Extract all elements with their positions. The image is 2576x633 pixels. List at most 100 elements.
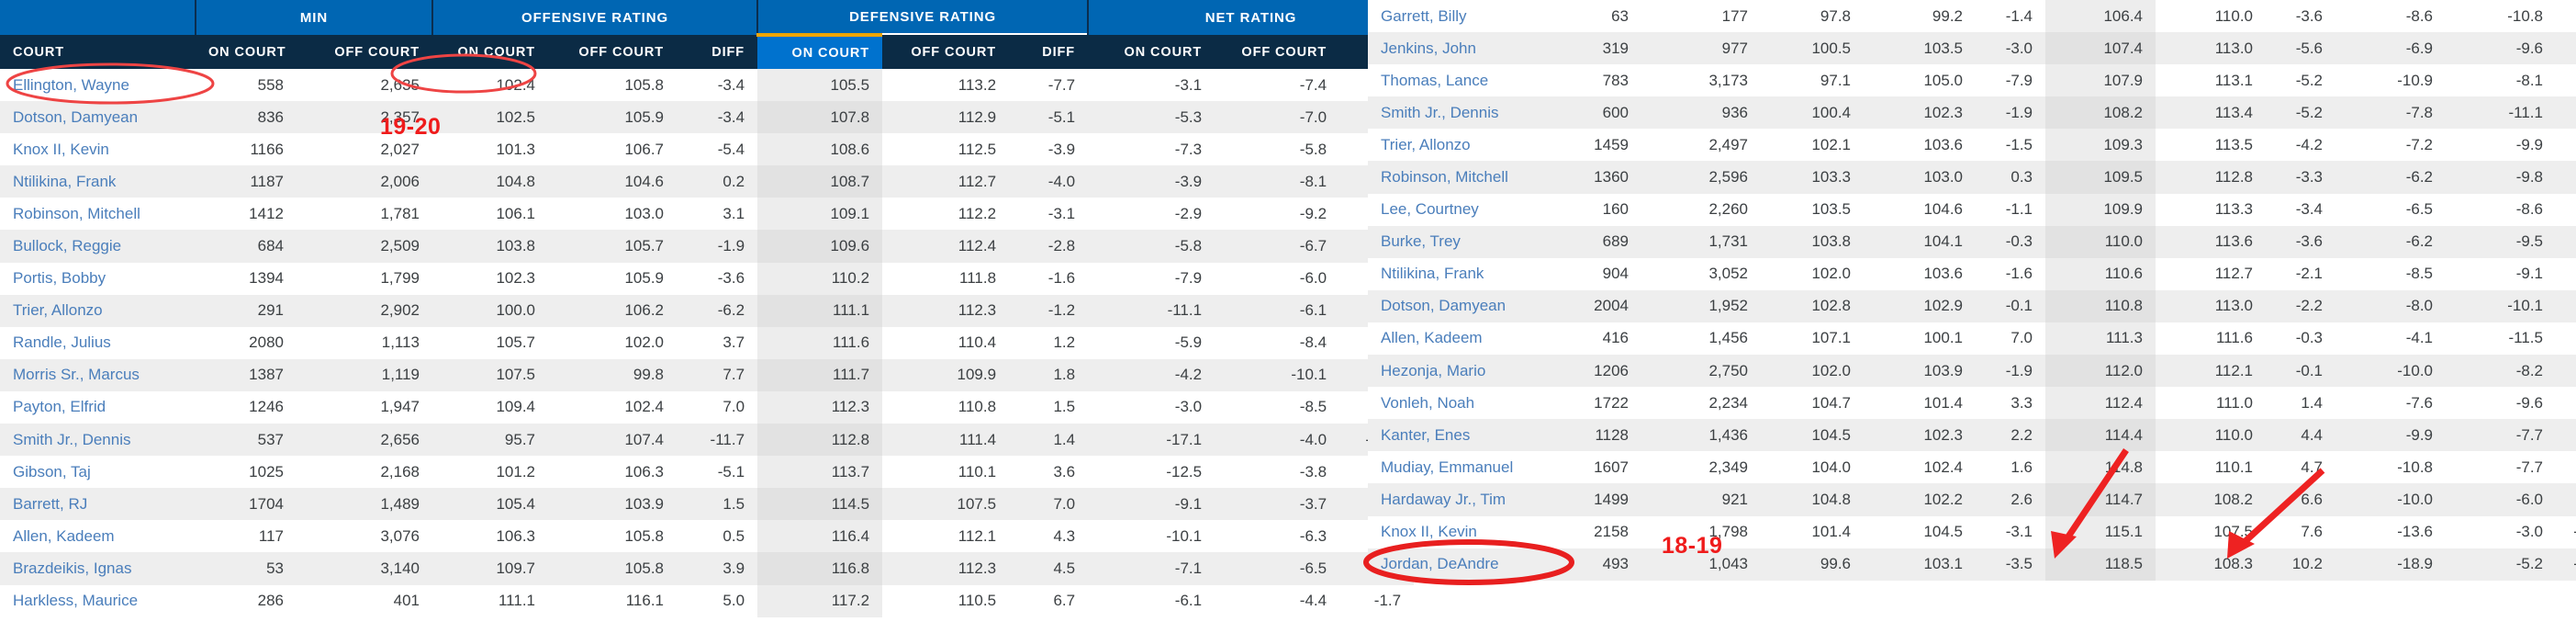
table-row[interactable]: Smith Jr., Dennis 600 936 100.4 102.3 -1.9 108… <box>1368 96 2576 130</box>
player-name-link[interactable]: Vonleh, Noah <box>1368 387 1542 420</box>
player-name-link[interactable]: Robinson, Mitchell <box>1368 161 1542 194</box>
col-header-def-on-court[interactable]: ON COURT <box>757 33 883 69</box>
player-name-link[interactable]: Ntilikina, Frank <box>0 165 196 198</box>
player-name-link[interactable]: Knox II, Kevin <box>1368 515 1542 548</box>
stat-cell-net-diff: 3.3 <box>2556 225 2576 258</box>
col-header-def-off-court[interactable]: OFF COURT <box>882 35 1010 69</box>
player-name-link[interactable]: Knox II, Kevin <box>0 133 196 166</box>
player-name-link[interactable]: Smith Jr., Dennis <box>0 424 196 457</box>
col-header-off-diff[interactable]: DIFF <box>677 35 758 69</box>
table-row[interactable]: Dotson, Damyean 836 2,357 102.5 105.9 -3.4 107… <box>0 101 1415 134</box>
stat-cell-min-off: 2,260 <box>1641 193 1761 226</box>
table-row[interactable]: Lee, Courtney 160 2,260 103.5 104.6 -1.1 109.9… <box>1368 193 2576 226</box>
table-row[interactable]: Robinson, Mitchell 1412 1,781 106.1 103.0 3.1… <box>0 198 1415 231</box>
player-name-link[interactable]: Dotson, Damyean <box>0 101 196 134</box>
player-name-link[interactable]: Dotson, Damyean <box>1368 289 1542 322</box>
player-name-link[interactable]: Payton, Elfrid <box>0 390 196 424</box>
player-name-link[interactable]: Robinson, Mitchell <box>0 198 196 231</box>
stat-cell-off-on: 107.5 <box>432 358 549 391</box>
table-row[interactable]: Trier, Allonzo 291 2,902 100.0 106.2 -6.2 111.… <box>0 294 1415 327</box>
player-name-link[interactable]: Hezonja, Mario <box>1368 355 1542 388</box>
table-row[interactable]: Allen, Kadeem 117 3,076 106.3 105.8 0.5 116.4 1… <box>0 520 1415 553</box>
player-name-link[interactable]: Allen, Kadeem <box>1368 322 1542 356</box>
stat-cell-net-off: -4.0 <box>1215 424 1340 457</box>
stat-cell-net-off: -7.4 <box>1215 69 1340 102</box>
col-header-net-off-court[interactable]: OFF COURT <box>1215 35 1340 69</box>
stat-cell-off-on: 102.8 <box>1761 289 1864 322</box>
player-name-link[interactable]: Ntilikina, Frank <box>1368 257 1542 290</box>
player-name-link[interactable]: Trier, Allonzo <box>1368 129 1542 162</box>
group-header-offensive-rating[interactable]: OFFENSIVE RATING <box>432 0 759 35</box>
player-name-link[interactable]: Bullock, Reggie <box>0 230 196 263</box>
table-row[interactable]: Brazdeikis, Ignas 53 3,140 109.7 105.8 3.9 116… <box>0 552 1415 585</box>
table-row[interactable]: Kanter, Enes 1128 1,436 104.5 102.3 2.2 114.4 1… <box>1368 419 2576 452</box>
col-header-net-on-court[interactable]: ON COURT <box>1088 35 1215 69</box>
player-name-link[interactable]: Jordan, DeAndre <box>1368 548 1542 581</box>
stat-cell-off-on: 102.0 <box>1761 355 1864 388</box>
table-row[interactable]: Knox II, Kevin 1166 2,027 101.3 106.7 -5.4 108… <box>0 133 1415 166</box>
player-name-link[interactable]: Barrett, RJ <box>0 488 196 521</box>
player-name-link[interactable]: Smith Jr., Dennis <box>1368 96 1542 130</box>
table-row[interactable]: Allen, Kadeem 416 1,456 107.1 100.1 7.0 111.3 1… <box>1368 322 2576 356</box>
table-row[interactable]: Payton, Elfrid 1246 1,947 109.4 102.4 7.0 112.… <box>0 390 1415 424</box>
table-row[interactable]: Jordan, DeAndre 493 1,043 99.6 103.1 -3.5 118.… <box>1368 548 2576 581</box>
player-name-link[interactable]: Trier, Allonzo <box>0 294 196 327</box>
table-row[interactable]: Trier, Allonzo 1459 2,497 102.1 103.6 -1.5 109… <box>1368 129 2576 162</box>
table-row[interactable]: Thomas, Lance 783 3,173 97.1 105.0 -7.9 107.9 1… <box>1368 64 2576 97</box>
player-name-link[interactable]: Mudiay, Emmanuel <box>1368 451 1542 484</box>
table-row[interactable]: Vonleh, Noah 1722 2,234 104.7 101.4 3.3 112.4 1… <box>1368 387 2576 420</box>
player-name-link[interactable]: Burke, Trey <box>1368 225 1542 258</box>
group-header-min[interactable]: MIN <box>196 0 434 35</box>
player-name-link[interactable]: Jenkins, John <box>1368 32 1542 65</box>
stat-cell-net-diff: -10.6 <box>2556 515 2576 548</box>
player-name-link[interactable]: Randle, Julius <box>0 326 196 359</box>
player-name-link[interactable]: Gibson, Taj <box>0 456 196 489</box>
player-name-link[interactable]: Lee, Courtney <box>1368 193 1542 226</box>
player-name-link[interactable]: Hardaway Jr., Tim <box>1368 483 1542 516</box>
table-row[interactable]: Jenkins, John 319 977 100.5 103.5 -3.0 107.4 11… <box>1368 32 2576 65</box>
table-row[interactable]: Gibson, Taj 1025 2,168 101.2 106.3 -5.1 113.7 1… <box>0 456 1415 489</box>
table-row[interactable]: Knox II, Kevin 2158 1,798 101.4 104.5 -3.1 115… <box>1368 515 2576 548</box>
col-header-min-on-court[interactable]: ON COURT <box>196 35 297 69</box>
table-row[interactable]: Robinson, Mitchell 1360 2,596 103.3 103.0 0.3… <box>1368 161 2576 194</box>
col-header-court[interactable]: COURT <box>0 35 196 69</box>
stat-cell-def-diff: -0.3 <box>2266 322 2335 356</box>
table-row[interactable]: Harkless, Maurice 286 401 111.1 116.1 5.0 117.… <box>0 584 1415 617</box>
stat-cell-net-on: -9.9 <box>2335 419 2446 452</box>
table-row[interactable]: Randle, Julius 2080 1,113 105.7 102.0 3.7 111.… <box>0 326 1415 359</box>
col-header-off-on-court[interactable]: ON COURT <box>432 35 549 69</box>
stat-cell-off-diff: 3.7 <box>677 326 758 359</box>
table-row[interactable]: Hardaway Jr., Tim 1499 921 104.8 102.2 2.6 114… <box>1368 483 2576 516</box>
table-row[interactable]: Bullock, Reggie 684 2,509 103.8 105.7 -1.9 109… <box>0 230 1415 263</box>
col-header-min-off-court[interactable]: OFF COURT <box>297 35 433 69</box>
table-row[interactable]: Garrett, Billy 63 177 97.8 99.2 -1.4 106.4 110.… <box>1368 0 2576 33</box>
player-name-link[interactable]: Allen, Kadeem <box>0 520 196 553</box>
player-name-link[interactable]: Brazdeikis, Ignas <box>0 552 196 585</box>
table-row[interactable]: Mudiay, Emmanuel 1607 2,349 104.0 102.4 1.6 11… <box>1368 451 2576 484</box>
table-row[interactable]: Burke, Trey 689 1,731 103.8 104.1 -0.3 110.0 11… <box>1368 225 2576 258</box>
col-header-off-off-court[interactable]: OFF COURT <box>548 35 678 69</box>
group-header-defensive-rating[interactable]: DEFENSIVE RATING <box>757 0 1090 35</box>
table-row[interactable]: Dotson, Damyean 2004 1,952 102.8 102.9 -0.1 11… <box>1368 289 2576 322</box>
player-name-link[interactable]: Kanter, Enes <box>1368 419 1542 452</box>
table-row[interactable]: Barrett, RJ 1704 1,489 105.4 103.9 1.5 114.5 10… <box>0 488 1415 521</box>
player-name-link[interactable]: Harkless, Maurice <box>0 584 196 617</box>
player-name-link[interactable]: Thomas, Lance <box>1368 64 1542 97</box>
table-row[interactable]: Hezonja, Mario 1206 2,750 102.0 103.9 -1.9 112… <box>1368 355 2576 388</box>
table-row[interactable]: Ntilikina, Frank 904 3,052 102.0 103.6 -1.6 11… <box>1368 257 2576 290</box>
stat-cell-def-diff: 7.6 <box>2266 515 2335 548</box>
table-row[interactable]: Ntilikina, Frank 1187 2,006 104.8 104.6 0.2 10… <box>0 165 1415 198</box>
stat-cell-net-off: -9.9 <box>2446 129 2556 162</box>
player-name-link[interactable]: Garrett, Billy <box>1368 0 1542 33</box>
stat-cell-def-diff: -3.4 <box>2266 193 2335 226</box>
table-row[interactable]: Morris Sr., Marcus 1387 1,119 107.5 99.8 7.7 1… <box>0 358 1415 391</box>
table-row[interactable]: Portis, Bobby 1394 1,799 102.3 105.9 -3.6 110.… <box>0 262 1415 295</box>
col-header-def-diff[interactable]: DIFF <box>1009 35 1089 69</box>
stat-cell-off-off: 103.6 <box>1864 257 1976 290</box>
player-name-link[interactable]: Ellington, Wayne <box>0 69 196 102</box>
table-row[interactable]: Smith Jr., Dennis 537 2,656 95.7 107.4 -11.7 1… <box>0 424 1415 457</box>
player-name-link[interactable]: Morris Sr., Marcus <box>0 358 196 391</box>
group-header-net-rating[interactable]: NET RATING <box>1088 0 1416 35</box>
table-row[interactable]: Ellington, Wayne 558 2,635 102.4 105.8 -3.4 10… <box>0 69 1415 102</box>
player-name-link[interactable]: Portis, Bobby <box>0 262 196 295</box>
